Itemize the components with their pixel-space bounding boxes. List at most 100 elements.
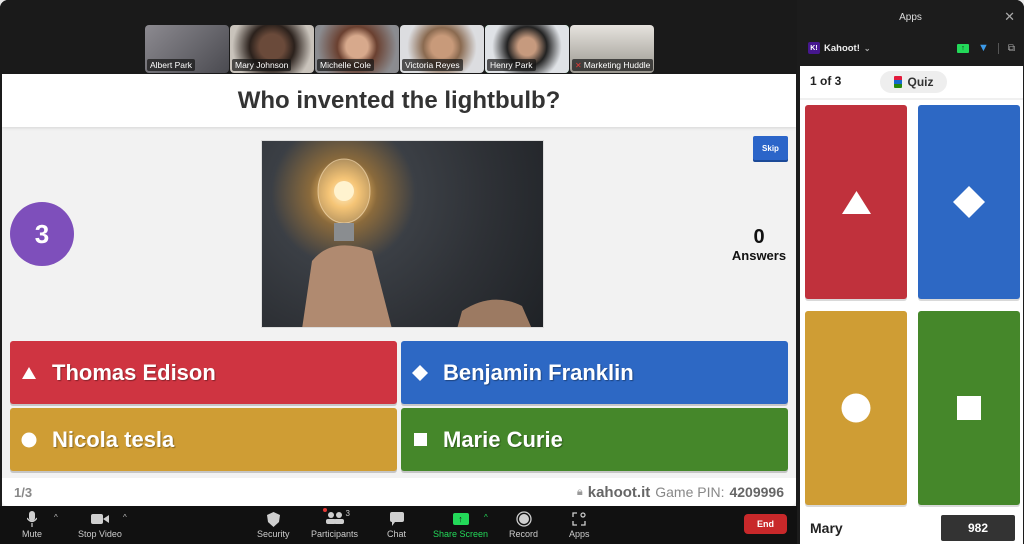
participants-count: 3 — [345, 509, 350, 518]
circle-icon — [14, 432, 44, 448]
diamond-icon — [405, 364, 435, 381]
apps-panel-actions: ↑ ▼ ⧉ — [956, 42, 1015, 54]
participants-icon: 3 — [322, 508, 350, 529]
share-app-icon[interactable]: ↑ — [956, 43, 969, 53]
game-pin-info: 🔒︎ kahoot.it Game PIN: 4209996 — [577, 484, 784, 501]
chat-bubble-icon — [389, 509, 404, 529]
zoom-window: Albert Park Mary Johnson Michelle Cole V… — [0, 0, 1024, 544]
lock-icon: 🔒︎ — [576, 485, 583, 498]
answer-option-circle[interactable]: Nicola tesla — [10, 408, 397, 471]
question-progress: 1 of 3 — [810, 74, 842, 88]
divider — [997, 42, 999, 54]
mute-button[interactable]: Mute — [22, 509, 42, 539]
chevron-down-icon: ⌄ — [863, 43, 871, 53]
meeting-toolbar: Mute ^ Stop Video ^ Security 3 Participa… — [0, 506, 797, 544]
answers-count-number: 0 — [753, 226, 765, 248]
player-bar: Mary 982 — [800, 511, 1023, 544]
player-name: Mary — [810, 519, 843, 536]
apps-label: Apps — [569, 529, 590, 539]
answer-label: Nicola tesla — [52, 426, 175, 452]
participant-name: Victoria Reyes — [402, 59, 463, 71]
square-icon — [957, 396, 981, 420]
end-meeting-button[interactable]: End — [744, 514, 787, 534]
quiz-icon — [893, 76, 902, 88]
answer-option-diamond[interactable]: Benjamin Franklin — [401, 341, 788, 404]
security-label: Security — [257, 529, 290, 539]
question-text: Who invented the lightbulb? — [237, 86, 561, 114]
controller-answer-circle[interactable] — [805, 311, 907, 505]
skip-button[interactable]: Skip — [753, 136, 788, 160]
video-options-caret[interactable]: ^ — [123, 513, 127, 522]
controller-answer-diamond[interactable] — [918, 105, 1020, 299]
divider — [800, 98, 1023, 100]
share-screen-label: Share Screen — [433, 529, 489, 539]
app-name: Kahoot! — [824, 42, 860, 54]
stop-video-label: Stop Video — [78, 529, 122, 539]
security-button[interactable]: Security — [257, 509, 290, 539]
app-selector[interactable]: K! Kahoot! ⌄ — [808, 42, 871, 54]
answers-count-label: Answers — [731, 248, 787, 263]
video-camera-icon — [90, 509, 109, 529]
mute-options-caret[interactable]: ^ — [54, 513, 58, 522]
close-icon[interactable]: ✕ — [1004, 9, 1015, 25]
record-label: Record — [509, 529, 539, 539]
share-screen-icon: ↑ — [452, 509, 469, 529]
stop-video-button[interactable]: Stop Video — [78, 509, 122, 539]
lightbulb-image — [302, 158, 532, 327]
share-options-caret[interactable]: ^ — [484, 513, 488, 522]
player-score: 982 — [941, 515, 1015, 541]
kahoot-logo-icon: K! — [808, 42, 820, 54]
video-strip: Albert Park Mary Johnson Michelle Cole V… — [0, 0, 797, 74]
participant-name: Michelle Cole — [317, 59, 375, 71]
participant-tile[interactable]: Albert Park — [145, 25, 229, 73]
game-pin-label: Game PIN: — [655, 484, 725, 500]
participant-tile[interactable]: Mary Johnson — [230, 25, 314, 73]
triangle-icon — [14, 366, 44, 379]
kahoot-controller: 1 of 3 Quiz Mary 982 — [800, 66, 1023, 544]
join-url: kahoot.it — [587, 483, 651, 501]
kahoot-game-screen: Who invented the lightbulb? 3 Skip 0 Ans… — [2, 74, 796, 506]
microphone-icon — [27, 509, 37, 529]
quiz-label: Quiz — [907, 75, 934, 89]
answer-label: Thomas Edison — [52, 359, 216, 385]
share-screen-button[interactable]: ↑ Share Screen — [433, 509, 488, 539]
apps-button[interactable]: Apps — [569, 509, 590, 539]
record-icon — [515, 509, 532, 529]
square-icon — [405, 433, 435, 446]
question-image — [261, 140, 544, 328]
participant-name-text: Marketing Huddle — [583, 60, 651, 70]
controller-answer-square[interactable] — [918, 311, 1020, 505]
answers-counter: 0 Answers — [726, 226, 792, 263]
participants-button[interactable]: 3 Participants — [311, 508, 359, 539]
shield-icon — [266, 509, 280, 529]
answer-label: Marie Curie — [443, 426, 563, 452]
mic-muted-icon: ✕ — [575, 61, 582, 70]
answer-label: Benjamin Franklin — [443, 359, 634, 385]
countdown-timer: 3 — [10, 202, 74, 266]
participant-name: Henry Park — [487, 59, 536, 71]
apps-icon — [572, 509, 586, 529]
controller-answer-triangle[interactable] — [805, 105, 907, 299]
question-bar: Who invented the lightbulb? — [2, 74, 796, 127]
record-button[interactable]: Record — [509, 509, 538, 539]
participants-label: Participants — [311, 529, 359, 539]
question-counter: 1/3 — [14, 484, 33, 500]
diamond-icon — [953, 186, 985, 218]
participant-name: Mary Johnson — [232, 59, 292, 71]
quiz-type-badge: Quiz — [880, 71, 947, 93]
participant-tile[interactable]: Michelle Cole — [315, 25, 399, 73]
circle-icon — [841, 393, 871, 423]
pop-out-icon[interactable]: ⧉ — [1008, 43, 1015, 54]
chat-button[interactable]: Chat — [387, 509, 406, 539]
answer-option-triangle[interactable]: Thomas Edison — [10, 341, 397, 404]
triangle-icon — [841, 190, 871, 214]
filter-icon[interactable]: ▼ — [978, 42, 989, 54]
participant-name: ✕ Marketing Huddle — [572, 59, 654, 71]
participant-tile-active-speaker[interactable]: Henry Park — [485, 25, 569, 73]
notification-dot — [322, 508, 327, 512]
participant-tile[interactable]: Victoria Reyes — [400, 25, 484, 73]
answer-option-square[interactable]: Marie Curie — [401, 408, 788, 471]
participant-tile[interactable]: ✕ Marketing Huddle — [570, 25, 654, 73]
participant-name: Albert Park — [147, 59, 196, 71]
mute-label: Mute — [22, 529, 43, 539]
